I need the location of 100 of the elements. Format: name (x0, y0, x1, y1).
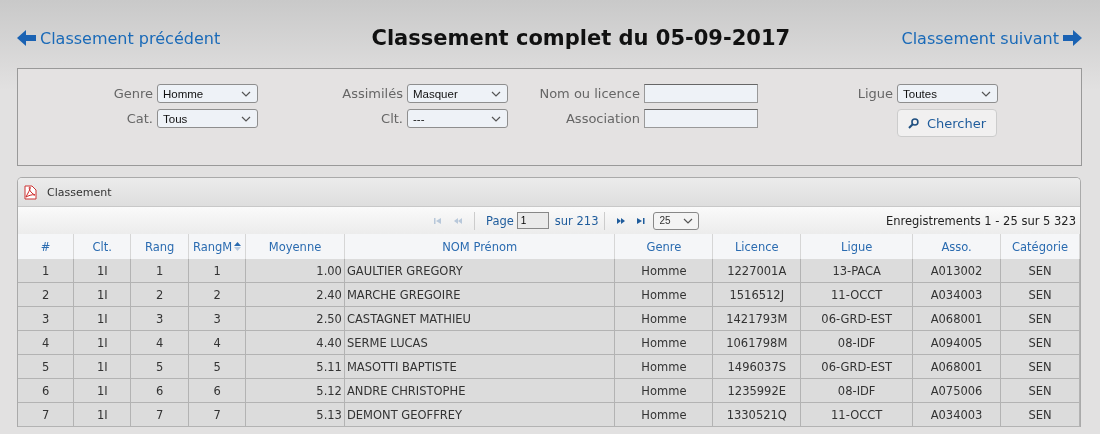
table-cell: Homme (614, 259, 713, 283)
field-label: Ligue (857, 86, 893, 101)
table-cell: 08-IDF (800, 378, 913, 403)
column-header[interactable]: Rang (130, 234, 189, 259)
table-cell: SERME LUCAS (344, 330, 615, 355)
table-cell: 1061798M (712, 330, 801, 355)
table-cell: A075006 (912, 378, 1001, 403)
field-label: Genre (113, 86, 153, 101)
pager-arrow-icon (433, 216, 443, 225)
table-cell: 5.12 (245, 378, 345, 403)
table-cell: 06-GRD-EST (800, 306, 913, 331)
search-button[interactable]: Chercher (897, 109, 997, 137)
table-cell: 1 (130, 259, 189, 283)
search-icon (908, 117, 919, 129)
table-cell: 4.40 (245, 330, 345, 355)
page-title: Classement complet du 05-09-2017 (371, 26, 791, 50)
table-cell: 5.11 (245, 354, 345, 379)
grid-caption: Classement (47, 185, 112, 199)
table-cell: 7 (18, 402, 74, 427)
table-cell: Homme (614, 402, 713, 427)
page-total: sur 213 (554, 213, 599, 228)
field-label: Association (564, 111, 640, 126)
chevron-icon (241, 115, 251, 122)
table-cell: 11-OCCT (800, 282, 913, 307)
pager-arrow-icon (616, 216, 627, 225)
table-cell: 1227001A (712, 259, 801, 283)
pager-arrow-icon (453, 216, 463, 225)
page-field[interactable]: 1 (516, 212, 549, 229)
pdf-icon[interactable] (23, 184, 37, 200)
table-cell: 1235992E (712, 378, 801, 403)
next-link[interactable]: Classement suivant (901, 28, 1082, 48)
column-header[interactable]: Genre (614, 234, 713, 259)
column-header[interactable]: NOM Prénom (344, 234, 615, 259)
column-header[interactable]: # (18, 234, 74, 259)
table-cell: A094005 (912, 330, 1001, 355)
field-label: Cat. (125, 111, 153, 126)
text-field[interactable] (644, 109, 758, 128)
field-label: Assimilés (342, 86, 403, 101)
table-cell: 1421793M (712, 306, 801, 331)
table-cell: 2 (18, 282, 74, 307)
table-cell: 6 (18, 378, 74, 403)
table-cell: 1496037S (712, 354, 801, 379)
table-cell: A068001 (912, 306, 1001, 331)
page-label: Page (486, 213, 514, 228)
select-field[interactable]: Toutes (897, 84, 998, 103)
chevron-icon (683, 217, 694, 224)
table-cell: SEN (1000, 259, 1080, 283)
table-cell: Homme (614, 378, 713, 403)
column-header[interactable]: Catégorie (1000, 234, 1080, 259)
table-cell: Homme (614, 330, 713, 355)
table-cell: 5 (18, 354, 74, 379)
arrow-icon (1063, 29, 1082, 47)
table-cell: 1516512J (712, 282, 801, 307)
table-cell: A068001 (912, 354, 1001, 379)
column-header[interactable]: RangM (188, 234, 246, 259)
table-cell: GAULTIER GREGORY (344, 259, 615, 283)
table-cell: Homme (614, 282, 713, 307)
table-cell: 08-IDF (800, 330, 913, 355)
table-cell: 2.40 (245, 282, 345, 307)
chevron-icon (241, 90, 251, 97)
column-header[interactable]: Ligue (800, 234, 913, 259)
chevron-icon (491, 90, 501, 97)
column-header[interactable]: Moyenne (245, 234, 345, 259)
table-cell: A013002 (912, 259, 1001, 283)
table-cell: CASTAGNET MATHIEU (344, 306, 615, 331)
table-cell: Homme (614, 354, 713, 379)
table-cell: 11-OCCT (800, 402, 913, 427)
table-cell: A034003 (912, 282, 1001, 307)
table-cell: 1330521Q (712, 402, 801, 427)
table-cell: 1 (188, 259, 246, 283)
table-cell: 5.13 (245, 402, 345, 427)
select-field[interactable]: --- (407, 109, 508, 128)
table-cell: Homme (614, 306, 713, 331)
table-cell: 4 (18, 330, 74, 355)
field-label: Nom ou licence (539, 86, 640, 101)
previous-link[interactable]: Classement précédent (17, 28, 221, 48)
sort-icon (234, 241, 242, 252)
table-cell: 13-PACA (800, 259, 913, 283)
table-cell: DEMONT GEOFFREY (344, 402, 615, 427)
chevron-icon (491, 115, 501, 122)
pager-arrow-icon (636, 216, 647, 225)
select-field[interactable]: Homme (157, 84, 258, 103)
table-cell: 2.50 (245, 306, 345, 331)
page-size-select[interactable]: 25 (653, 211, 700, 230)
select-field[interactable]: Tous (157, 109, 258, 128)
column-header[interactable]: Clt. (73, 234, 131, 259)
field-label: Clt. (380, 111, 403, 126)
table-cell: 1.00 (245, 259, 345, 283)
select-field[interactable]: Masquer (407, 84, 508, 103)
column-header[interactable]: Asso. (912, 234, 1001, 259)
records-count: Enregistrements 1 - 25 sur 5 323 (885, 213, 1076, 228)
table-cell: 1I (73, 259, 131, 283)
chevron-icon (981, 90, 991, 97)
table-cell: 3 (18, 306, 74, 331)
column-header[interactable]: Licence (712, 234, 801, 259)
table-cell: MARCHE GREGOIRE (344, 282, 615, 307)
table-cell: 06-GRD-EST (800, 354, 913, 379)
table-cell: ANDRE CHRISTOPHE (344, 378, 615, 403)
table-cell: MASOTTI BAPTISTE (344, 354, 615, 379)
text-field[interactable] (644, 84, 758, 103)
